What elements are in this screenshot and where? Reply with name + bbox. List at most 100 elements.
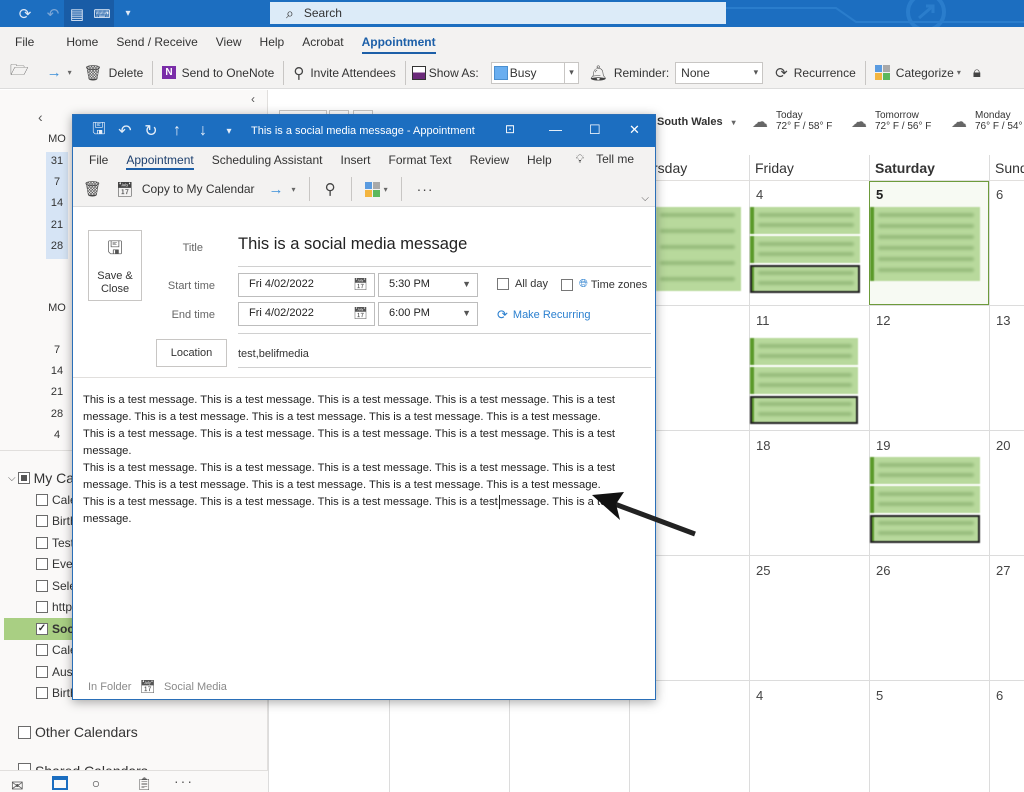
day-number[interactable]: 6: [996, 187, 1003, 202]
prev-month-icon[interactable]: ‹: [38, 109, 43, 125]
calendar-event-selected[interactable]: [870, 515, 980, 543]
appt-menu-help[interactable]: Help: [527, 150, 552, 170]
maximize-icon[interactable]: ☐: [589, 122, 601, 138]
calendar-checkbox-checked[interactable]: ✓: [36, 623, 48, 635]
menu-help[interactable]: Help: [260, 30, 285, 54]
collapse-pane-icon[interactable]: ‹: [251, 92, 255, 106]
mini-cal-week-number[interactable]: 28: [46, 240, 68, 252]
recurrence-button[interactable]: ⟳ Recurrence: [769, 60, 862, 86]
other-calendars-group[interactable]: Other Calendars: [18, 724, 138, 740]
calendar-checkbox[interactable]: [36, 687, 48, 699]
day-number[interactable]: 26: [876, 563, 890, 578]
search-box[interactable]: ⌕ Search: [270, 2, 726, 24]
mini-cal-week-number[interactable]: 4: [46, 429, 68, 441]
calendar-event[interactable]: [750, 367, 858, 394]
calendar-event[interactable]: [750, 207, 860, 234]
day-number[interactable]: 5: [876, 688, 883, 703]
chevron-down-icon[interactable]: ▾: [384, 185, 388, 194]
people-icon[interactable]: ဝ: [92, 775, 99, 792]
calendar-event[interactable]: [750, 236, 860, 263]
calendar-checkbox[interactable]: [36, 601, 48, 613]
undo-icon[interactable]: ↶: [42, 0, 64, 27]
appt-menu-format-text[interactable]: Format Text: [389, 150, 452, 170]
start-time-field[interactable]: 5:30 PM ▼: [378, 273, 478, 297]
calendar-event-group[interactable]: [656, 207, 741, 291]
weather-location[interactable]: South Wales ▾: [657, 116, 736, 128]
calendar-checkbox[interactable]: [36, 537, 48, 549]
minimize-icon[interactable]: —: [549, 122, 562, 137]
calendar-event[interactable]: [870, 486, 980, 513]
menu-home[interactable]: Home: [66, 30, 98, 54]
save-icon[interactable]: 🖫: [91, 118, 107, 145]
forward-button[interactable]: → ▾: [41, 60, 78, 86]
calendar-item[interactable]: Sele: [36, 579, 76, 593]
calendar-event-selected[interactable]: [750, 265, 860, 293]
mail-icon[interactable]: ✉: [11, 777, 24, 792]
mini-cal-week-number[interactable]: 7: [46, 176, 68, 188]
mini-cal-week-number[interactable]: 28: [46, 408, 68, 420]
customize-icon[interactable]: ▾: [120, 0, 136, 27]
reminder-dropdown[interactable]: None ▾: [675, 61, 764, 84]
appt-menu-scheduling-assistant[interactable]: Scheduling Assistant: [212, 150, 323, 170]
calendar-item[interactable]: Test: [36, 536, 74, 550]
shared-calendars-group[interactable]: Shared Calendars: [18, 763, 148, 770]
open-button[interactable]: 🗁: [0, 60, 41, 86]
day-number[interactable]: 4: [756, 688, 763, 703]
categorize-icon[interactable]: [364, 181, 380, 197]
my-calendars-group[interactable]: ⌵ My Ca: [8, 470, 74, 486]
day-number[interactable]: 25: [756, 563, 770, 578]
appt-menu-file[interactable]: File: [89, 150, 108, 170]
invite-attendees-icon[interactable]: ⚲: [325, 180, 336, 198]
day-number[interactable]: 4: [756, 187, 763, 202]
start-date-field[interactable]: Fri 4/02/2022 📅︎: [238, 273, 375, 297]
previous-item-icon[interactable]: ↑: [169, 122, 185, 140]
day-number[interactable]: 6: [996, 688, 1003, 703]
partial-checkbox[interactable]: [17, 472, 30, 484]
mini-cal-week-number[interactable]: 7: [46, 344, 68, 356]
calendar-item[interactable]: Cale: [36, 643, 77, 657]
calendar-item[interactable]: Cale: [36, 493, 77, 507]
forward-arrow-icon[interactable]: →: [269, 181, 284, 198]
day-number-today[interactable]: 5: [876, 187, 883, 202]
copy-to-calendar-button[interactable]: 📅︎ Copy to My Calendar: [116, 181, 255, 198]
day-number[interactable]: 13: [996, 313, 1010, 328]
calendar-event[interactable]: [750, 338, 858, 365]
time-zones-checkbox[interactable]: 🌐︎ Time zones: [561, 278, 647, 291]
redo-icon[interactable]: ↻: [143, 121, 159, 141]
calendar-item[interactable]: Birth: [36, 514, 77, 528]
keyboard-icon[interactable]: ⌨: [90, 0, 114, 27]
day-number[interactable]: 20: [996, 438, 1010, 453]
more-icon[interactable]: ···: [174, 773, 194, 789]
menu-view[interactable]: View: [216, 30, 242, 54]
appt-menu-appointment[interactable]: Appointment: [126, 150, 194, 170]
save-and-close-button[interactable]: 🖫 Save & Close: [88, 230, 142, 301]
undo-icon[interactable]: ↶: [117, 121, 133, 141]
title-input[interactable]: This is a social media message: [238, 235, 467, 254]
day-number[interactable]: 19: [876, 438, 890, 453]
day-number[interactable]: 18: [756, 438, 770, 453]
calendar-item[interactable]: Aust: [36, 665, 76, 679]
calendar-checkbox[interactable]: [36, 515, 48, 527]
chevron-down-icon[interactable]: ▾: [292, 185, 296, 194]
appt-menu-insert[interactable]: Insert: [340, 150, 370, 170]
mini-cal-week-number[interactable]: 31: [46, 155, 68, 167]
tasks-icon[interactable]: 📋︎: [136, 776, 153, 792]
calendar-checkbox[interactable]: [36, 666, 48, 678]
trash-icon[interactable]: 🗑: [83, 180, 102, 198]
message-body[interactable]: This is a test message. This is a test m…: [73, 385, 655, 665]
location-button[interactable]: Location: [156, 339, 227, 367]
all-day-checkbox[interactable]: All day: [497, 278, 548, 290]
mini-cal-week-number[interactable]: 14: [46, 197, 68, 209]
calendar-event-selected[interactable]: [750, 396, 858, 424]
private-button[interactable]: 🔒︎: [967, 60, 993, 86]
ribbon-display-icon[interactable]: ⊡: [505, 122, 515, 136]
shared-calendars-checkbox[interactable]: [18, 763, 31, 770]
calendar-checkbox[interactable]: [36, 494, 48, 506]
day-number[interactable]: 11: [756, 313, 770, 328]
customize-icon[interactable]: ▾: [221, 126, 237, 137]
send-to-onenote-button[interactable]: N Send to OneNote: [156, 60, 280, 86]
end-time-field[interactable]: 6:00 PM ▼: [378, 302, 478, 326]
more-options-icon[interactable]: ···: [417, 181, 434, 197]
mini-cal-week-number[interactable]: 21: [46, 386, 68, 398]
categorize-button[interactable]: Categorize ▾: [869, 60, 967, 86]
